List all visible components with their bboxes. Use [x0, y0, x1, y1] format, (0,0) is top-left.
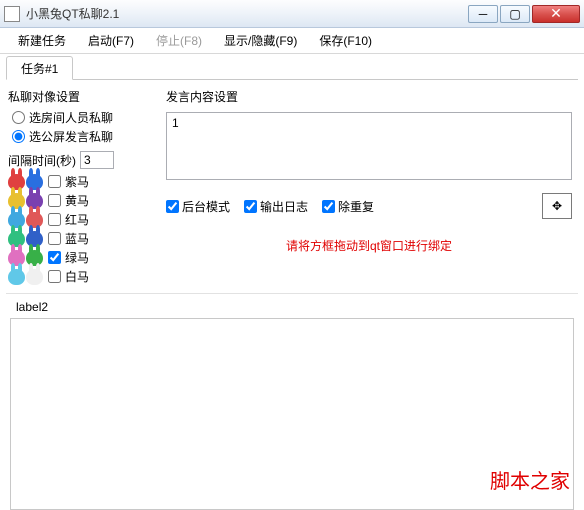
left-group-title: 私聊对像设置: [8, 88, 156, 105]
opt-dedup-label: 除重复: [338, 198, 374, 215]
radio-room-label: 选房间人员私聊: [29, 109, 113, 126]
bunny-icon: [8, 231, 25, 247]
color-check-5[interactable]: 白马: [48, 268, 89, 285]
drag-handle[interactable]: ✥: [542, 193, 572, 219]
color-check-0[interactable]: 紫马: [48, 173, 89, 190]
color-label: 蓝马: [65, 230, 89, 247]
color-checkbox[interactable]: [48, 232, 61, 245]
opt-backend-checkbox[interactable]: [166, 200, 179, 213]
color-check-1[interactable]: 黄马: [48, 192, 89, 209]
move-icon: ✥: [552, 199, 562, 213]
bunny-icon: [26, 250, 43, 266]
close-button[interactable]: ✕: [532, 5, 580, 23]
color-check-2[interactable]: 红马: [48, 211, 89, 228]
radio-screen[interactable]: 选公屏发言私聊: [12, 128, 156, 145]
bunny-icon: [26, 212, 43, 228]
bunny-icon: [8, 193, 25, 209]
menu-new-task[interactable]: 新建任务: [10, 29, 74, 52]
menu-toggle[interactable]: 显示/隐藏(F9): [216, 29, 305, 52]
color-check-4[interactable]: 绿马: [48, 249, 89, 266]
right-group-title: 发言内容设置: [166, 88, 572, 105]
color-checkbox[interactable]: [48, 270, 61, 283]
radio-room-input[interactable]: [12, 111, 25, 124]
opt-backend[interactable]: 后台模式: [166, 198, 230, 215]
interval-label: 间隔时间(秒): [8, 152, 76, 169]
bunny-icon: [26, 193, 43, 209]
opt-log[interactable]: 输出日志: [244, 198, 308, 215]
color-checkbox[interactable]: [48, 175, 61, 188]
radio-screen-label: 选公屏发言私聊: [29, 128, 113, 145]
hint-text: 请将方框拖动到qt窗口进行绑定: [166, 237, 572, 254]
minimize-button[interactable]: ─: [468, 5, 498, 23]
opt-log-checkbox[interactable]: [244, 200, 257, 213]
bunny-icon: [8, 174, 25, 190]
color-row: 白马: [8, 268, 156, 285]
message-textarea[interactable]: [166, 112, 572, 180]
color-label: 黄马: [65, 192, 89, 209]
bunny-icon: [8, 212, 25, 228]
color-label: 紫马: [65, 173, 89, 190]
color-checkbox[interactable]: [48, 251, 61, 264]
menu-save[interactable]: 保存(F10): [311, 29, 380, 52]
color-check-3[interactable]: 蓝马: [48, 230, 89, 247]
color-checkbox[interactable]: [48, 213, 61, 226]
bunny-icon: [8, 250, 25, 266]
color-label: 白马: [65, 268, 89, 285]
color-label: 红马: [65, 211, 89, 228]
radio-screen-input[interactable]: [12, 130, 25, 143]
radio-room[interactable]: 选房间人员私聊: [12, 109, 156, 126]
tabstrip: 任务#1: [6, 58, 578, 80]
app-icon: [4, 6, 20, 22]
bunny-icon: [8, 269, 25, 285]
opt-dedup[interactable]: 除重复: [322, 198, 374, 215]
color-checkbox[interactable]: [48, 194, 61, 207]
titlebar: 小黑兔QT私聊2.1 ─ ▢ ✕: [0, 0, 584, 28]
menu-stop: 停止(F8): [148, 29, 210, 52]
label2: label2: [6, 294, 578, 318]
tab-task1[interactable]: 任务#1: [6, 56, 73, 80]
menu-start[interactable]: 启动(F7): [80, 29, 142, 52]
interval-input[interactable]: [80, 151, 114, 169]
watermark-text: 脚本之家: [490, 465, 570, 494]
menubar: 新建任务 启动(F7) 停止(F8) 显示/隐藏(F9) 保存(F10): [0, 28, 584, 54]
window-title: 小黑兔QT私聊2.1: [26, 5, 468, 22]
bunny-icon: [26, 231, 43, 247]
maximize-button[interactable]: ▢: [500, 5, 530, 23]
opt-backend-label: 后台模式: [182, 198, 230, 215]
color-label: 绿马: [65, 249, 89, 266]
bunny-icon: [26, 269, 43, 285]
opt-dedup-checkbox[interactable]: [322, 200, 335, 213]
opt-log-label: 输出日志: [260, 198, 308, 215]
bunny-icon: [26, 174, 43, 190]
